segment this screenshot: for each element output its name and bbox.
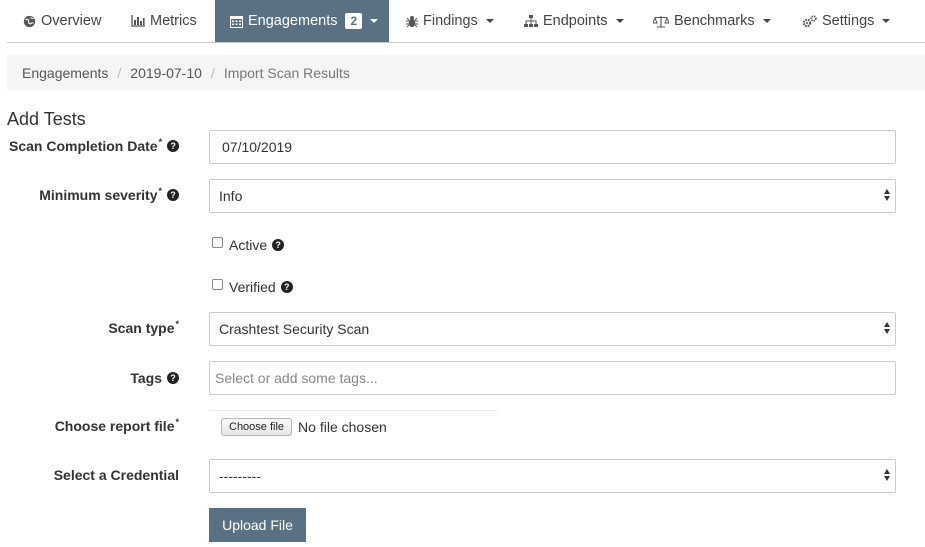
question-circle-icon[interactable]: ? xyxy=(167,372,179,384)
nav-endpoints[interactable]: Endpoints xyxy=(524,0,624,42)
required-mark: * xyxy=(158,186,162,196)
scan-type-label-text: Scan type xyxy=(108,320,175,336)
scan-date-input[interactable]: 07/10/2019 xyxy=(209,130,896,164)
nav-overview[interactable]: Overview xyxy=(23,0,101,42)
min-severity-label-text: Minimum severity xyxy=(39,187,158,203)
chevron-down-icon xyxy=(615,19,624,23)
tags-label: Tags ? xyxy=(130,370,179,386)
credential-label-text: Select a Credential xyxy=(53,467,179,483)
globe-icon xyxy=(23,15,36,28)
nav-findings[interactable]: Findings xyxy=(406,0,494,42)
nav-engagements-label: Engagements xyxy=(248,13,338,29)
scan-date-label-text: Scan Completion Date xyxy=(9,138,158,154)
verified-checkbox-row[interactable]: Verified ? xyxy=(212,278,293,295)
credential-label: Select a Credential xyxy=(54,467,179,483)
credential-select[interactable]: --------- xyxy=(209,459,896,493)
tags-label-text: Tags xyxy=(130,370,162,386)
engagements-count-badge: 2 xyxy=(345,13,363,29)
calendar-icon xyxy=(230,15,243,28)
tags-input[interactable]: Select or add some tags... xyxy=(209,361,896,395)
question-circle-icon[interactable]: ? xyxy=(280,281,293,293)
min-severity-label: Minimum severity * ? xyxy=(39,186,179,203)
page-title: Add Tests xyxy=(7,109,86,129)
question-circle-icon[interactable]: ? xyxy=(167,189,179,201)
scan-date-value: 07/10/2019 xyxy=(222,139,293,155)
active-checkbox-row[interactable]: Active ? xyxy=(212,236,285,253)
nav-benchmarks-label: Benchmarks xyxy=(674,13,755,29)
tags-placeholder: Select or add some tags... xyxy=(215,370,378,386)
nav-metrics-label: Metrics xyxy=(150,13,197,29)
gears-icon xyxy=(802,14,817,28)
chevron-down-icon xyxy=(762,19,771,23)
select-arrows-icon xyxy=(884,322,890,334)
nav-overview-label: Overview xyxy=(41,13,102,29)
chevron-down-icon xyxy=(370,19,379,23)
credential-value: --------- xyxy=(219,468,261,484)
file-status: No file chosen xyxy=(298,418,387,435)
choose-file-button[interactable]: Choose file xyxy=(221,417,293,436)
breadcrumb-separator: / xyxy=(117,64,122,81)
scan-type-value: Crashtest Security Scan xyxy=(219,321,370,337)
nav-engagements[interactable]: Engagements 2 xyxy=(215,0,389,42)
report-file-label-text: Choose report file xyxy=(54,418,175,434)
question-circle-icon[interactable]: ? xyxy=(272,239,285,251)
question-circle-icon[interactable]: ? xyxy=(167,140,180,152)
nav-endpoints-label: Endpoints xyxy=(543,13,608,29)
report-file-label: Choose report file * xyxy=(54,417,179,434)
scan-type-label: Scan type * xyxy=(108,319,179,336)
scan-type-select[interactable]: Crashtest Security Scan xyxy=(209,312,896,346)
top-nav: Overview Metrics Engagements 2 Findings … xyxy=(7,0,925,43)
nav-settings[interactable]: Settings xyxy=(802,0,891,42)
report-file-input: Choose file No file chosen xyxy=(209,410,498,442)
verified-checkbox[interactable] xyxy=(212,278,223,290)
chevron-down-icon xyxy=(485,19,494,23)
required-mark: * xyxy=(175,417,179,427)
breadcrumb-engagement-date[interactable]: 2019-07-10 xyxy=(130,65,202,81)
active-checkbox[interactable] xyxy=(212,236,223,248)
balance-scale-icon xyxy=(653,15,669,28)
nav-settings-label: Settings xyxy=(822,13,875,29)
active-label: Active xyxy=(229,237,268,253)
nav-metrics[interactable]: Metrics xyxy=(131,0,197,42)
chevron-down-icon xyxy=(882,19,891,23)
sitemap-icon xyxy=(524,15,538,27)
upload-file-button[interactable]: Upload File xyxy=(209,508,306,542)
nav-benchmarks[interactable]: Benchmarks xyxy=(653,0,771,42)
min-severity-select[interactable]: Info xyxy=(209,179,896,213)
required-mark: * xyxy=(175,319,179,329)
breadcrumb-separator: / xyxy=(210,64,215,81)
required-mark: * xyxy=(158,137,163,147)
select-arrows-icon xyxy=(884,469,890,481)
breadcrumb-engagements[interactable]: Engagements xyxy=(22,65,108,81)
bar-chart-icon xyxy=(131,15,145,27)
scan-date-label: Scan Completion Date * ? xyxy=(9,137,180,154)
bug-icon xyxy=(406,15,418,28)
verified-label: Verified xyxy=(229,279,276,295)
breadcrumb: Engagements / 2019-07-10 / Import Scan R… xyxy=(7,55,925,90)
select-arrows-icon xyxy=(884,189,890,201)
min-severity-value: Info xyxy=(219,188,243,204)
nav-findings-label: Findings xyxy=(423,13,478,29)
breadcrumb-current: Import Scan Results xyxy=(223,64,350,81)
